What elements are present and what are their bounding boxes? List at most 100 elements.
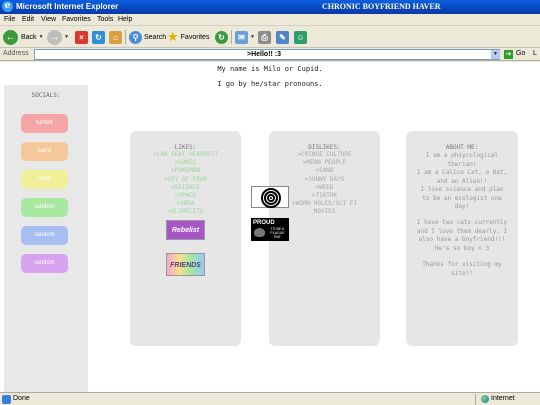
search-icon: ⚲ bbox=[129, 30, 142, 44]
list-item: >MEAN PEOPLE bbox=[302, 159, 347, 167]
ie-logo-icon: e bbox=[2, 1, 13, 12]
toolbar-divider bbox=[231, 30, 232, 44]
history-icon: ↻ bbox=[215, 30, 228, 44]
menu-favorites[interactable]: Favorites bbox=[62, 16, 91, 23]
list-item: >POKEMON bbox=[171, 167, 200, 175]
list-item: >SONIC bbox=[174, 159, 197, 167]
spiral-icon bbox=[261, 188, 281, 208]
social-link-insta[interactable]: insta bbox=[21, 170, 68, 189]
list-item: >CRINGE CULTURE bbox=[297, 151, 352, 158]
stamp-text: TO BE A PLAGUE RAT bbox=[270, 227, 285, 239]
forward-button[interactable]: → ▼ bbox=[47, 29, 69, 45]
refresh-button[interactable]: ↻ bbox=[92, 29, 105, 45]
status-bar: Done Internet bbox=[0, 392, 540, 405]
messenger-button[interactable]: ☺ bbox=[294, 29, 307, 45]
search-label: Search bbox=[144, 33, 167, 41]
back-label: Back bbox=[21, 33, 37, 41]
menu-view[interactable]: View bbox=[41, 16, 56, 23]
stamp-friends: FRIENDS bbox=[166, 253, 205, 276]
about-paragraph: I have two cats currently and I love the… bbox=[416, 219, 508, 252]
social-link-tumblr[interactable]: tumblr bbox=[21, 114, 68, 133]
list-item: >SAND bbox=[315, 167, 334, 175]
list-item: >SPACE bbox=[174, 192, 197, 200]
list-item: >CAR SEAT HEADREST bbox=[152, 151, 219, 158]
menu-edit[interactable]: Edit bbox=[22, 16, 34, 23]
forward-arrow-icon: → bbox=[47, 29, 62, 45]
status-divider bbox=[475, 394, 476, 405]
search-button[interactable]: ⚲ Search bbox=[129, 29, 166, 45]
proud-plague-rat-stamp: PROUD TO BE A PLAGUE RAT bbox=[251, 218, 289, 241]
toolbar-divider bbox=[125, 30, 126, 44]
home-button[interactable]: ⌂ bbox=[109, 29, 122, 45]
favorites-label: Favorites bbox=[180, 33, 210, 41]
menu-help[interactable]: Help bbox=[118, 16, 132, 23]
chevron-down-icon[interactable]: ▼ bbox=[491, 50, 500, 59]
address-label: Address bbox=[3, 50, 29, 57]
rat-icon bbox=[254, 228, 265, 237]
title-bar: e Microsoft Internet Explorer CHRONIC BO… bbox=[0, 0, 540, 14]
social-link-random[interactable]: random bbox=[21, 198, 68, 217]
stamp-text: FRIENDS bbox=[170, 262, 201, 269]
socials-heading: SOCIALS: bbox=[31, 92, 61, 99]
social-link-random[interactable]: random bbox=[21, 254, 68, 273]
page-content: My name is Milo or Cupid. I go by he/sta… bbox=[0, 62, 540, 392]
list-item: >SCIENCE bbox=[171, 183, 200, 191]
socials-panel: SOCIALS: tumblr carrd insta random rando… bbox=[4, 85, 88, 392]
back-arrow-icon: ← bbox=[3, 29, 18, 45]
toolbar: ← Back ▼ → ▼ × ↻ ⌂ ⚲ Search ★ Favorites … bbox=[0, 26, 540, 48]
list-item: >SUNNY DAYS bbox=[304, 175, 345, 183]
likes-panel: LIKES: >CAR SEAT HEADREST >SONIC >POKEMO… bbox=[130, 131, 241, 346]
refresh-icon: ↻ bbox=[92, 30, 105, 44]
likes-heading: LIKES: bbox=[174, 144, 197, 151]
stamp-rebelist: Rebelist bbox=[166, 220, 205, 240]
spiral-stamp bbox=[251, 186, 289, 208]
address-input[interactable]: >Hello!! :3 bbox=[34, 49, 500, 60]
home-icon: ⌂ bbox=[109, 30, 122, 44]
list-item: >GLIMECITE bbox=[167, 208, 204, 216]
social-link-random[interactable]: random bbox=[21, 226, 68, 245]
about-paragraph: I am a Calico Cat, a Bat, and an Alien!! bbox=[416, 169, 508, 185]
likes-list: >CAR SEAT HEADREST >SONIC >POKEMON >CRY … bbox=[130, 151, 241, 217]
about-heading: ABOUT ME: bbox=[445, 144, 479, 151]
back-button[interactable]: ← Back ▼ bbox=[3, 29, 44, 45]
mail-icon: ✉ bbox=[235, 30, 248, 44]
dislikes-heading: DISLIKES: bbox=[308, 144, 341, 151]
chevron-down-icon: ▼ bbox=[64, 34, 69, 40]
security-zone: Internet bbox=[491, 395, 515, 402]
stop-icon: × bbox=[75, 30, 88, 44]
stop-button[interactable]: × bbox=[75, 29, 88, 45]
links-label[interactable]: L bbox=[533, 50, 537, 57]
chevron-down-icon: ▼ bbox=[38, 34, 44, 40]
menu-file[interactable]: File bbox=[4, 16, 15, 23]
go-arrow-icon[interactable]: ➜ bbox=[504, 50, 513, 59]
edit-button[interactable]: ✎ bbox=[276, 29, 289, 45]
status-text: Done bbox=[13, 395, 30, 402]
about-panel: ABOUT ME: I am a phsycological therian! … bbox=[406, 131, 518, 346]
print-icon: ⎙ bbox=[258, 30, 271, 44]
intro-name: My name is Milo or Cupid. bbox=[217, 65, 323, 73]
edit-icon: ✎ bbox=[276, 30, 289, 44]
social-link-carrd[interactable]: carrd bbox=[21, 142, 68, 161]
stamp-text: Rebelist bbox=[171, 227, 200, 234]
about-paragraph: Thanks for visiting my site!! bbox=[422, 261, 502, 277]
list-item: >SODA bbox=[176, 200, 195, 208]
star-icon: ★ bbox=[167, 29, 179, 44]
favorites-button[interactable]: ★ Favorites bbox=[167, 29, 209, 45]
history-button[interactable]: ↻ bbox=[215, 29, 228, 45]
print-button[interactable]: ⎙ bbox=[258, 29, 271, 45]
app-title: Microsoft Internet Explorer bbox=[16, 2, 119, 11]
about-paragraph: I love science and plan to be an ecologi… bbox=[420, 186, 504, 210]
page-title: CHRONIC BOYFRIEND HAVER bbox=[322, 2, 441, 11]
chevron-down-icon: ▼ bbox=[250, 34, 255, 40]
go-button[interactable]: Go bbox=[516, 50, 525, 57]
messenger-icon: ☺ bbox=[294, 30, 307, 44]
menu-tools[interactable]: Tools bbox=[97, 16, 113, 23]
address-bar: Address >Hello!! :3 ▼ ➜ Go L bbox=[0, 48, 540, 61]
about-paragraph: I am a phsycological therian! bbox=[425, 152, 499, 168]
list-item: >CRY OF FEAR bbox=[163, 175, 208, 183]
list-item: MOVIES bbox=[313, 208, 336, 216]
mail-button[interactable]: ✉ ▼ bbox=[235, 29, 255, 45]
globe-icon bbox=[481, 395, 489, 403]
stamp-text: PROUD bbox=[253, 220, 275, 226]
page-icon bbox=[2, 395, 11, 404]
